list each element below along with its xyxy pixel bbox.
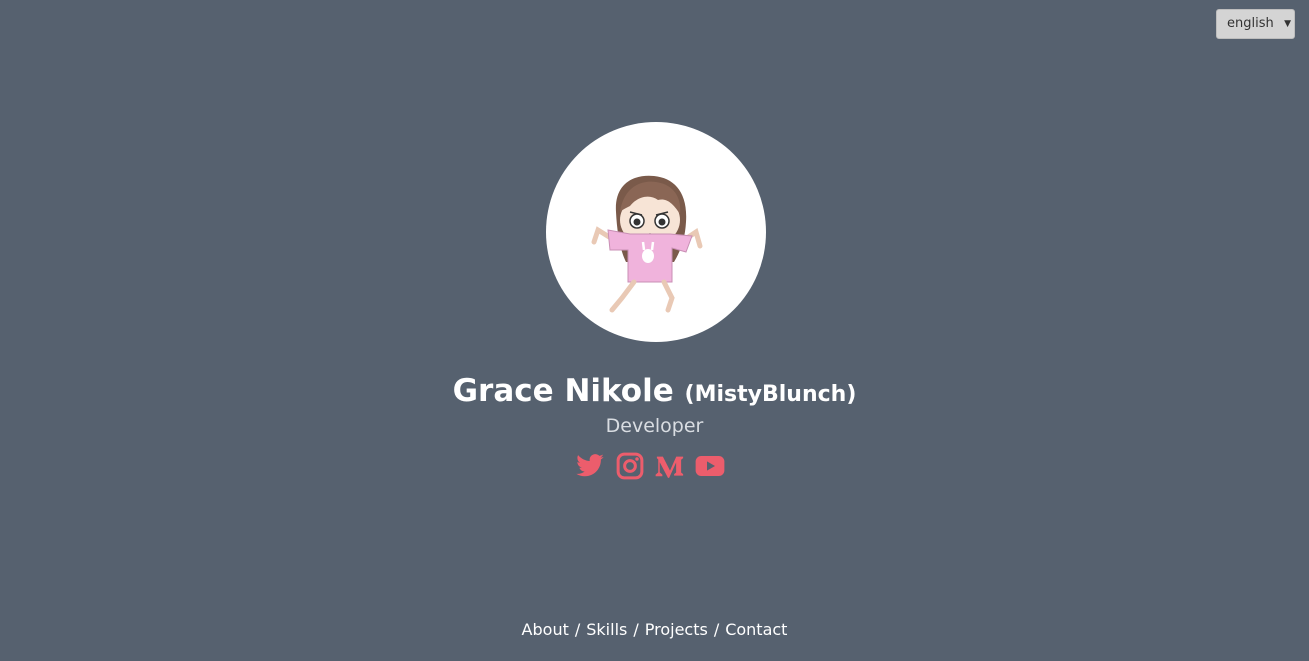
nav-projects[interactable]: Projects (645, 620, 708, 639)
nav-contact[interactable]: Contact (725, 620, 787, 639)
youtube-icon (695, 456, 725, 476)
avatar (546, 122, 766, 342)
profile-name: Grace Nikole (MistyBlunch) (0, 370, 1309, 416)
instagram-icon (616, 452, 644, 480)
instagram-link[interactable] (615, 451, 645, 481)
social-links (570, 450, 730, 482)
language-select-value: english (1227, 16, 1274, 31)
avatar-illustration (591, 175, 703, 313)
youtube-link[interactable] (695, 451, 725, 481)
chevron-down-icon: ▼ (1284, 19, 1291, 29)
medium-icon (655, 456, 684, 478)
profile-name-text: Grace Nikole (452, 373, 674, 409)
nav-about[interactable]: About (522, 620, 569, 639)
nav-separator: / (633, 620, 639, 639)
nav-separator: / (574, 620, 581, 639)
nav-separator: / (713, 620, 720, 639)
profile-role: Developer (605, 415, 704, 437)
twitter-icon (576, 454, 604, 477)
medium-link[interactable] (655, 451, 685, 481)
language-select[interactable]: english ▼ (1216, 9, 1295, 39)
profile-alias: (MistyBlunch) (684, 382, 857, 407)
twitter-link[interactable] (575, 451, 605, 481)
nav-skills[interactable]: Skills (586, 620, 627, 639)
footer-nav: About / Skills / Projects / Contact (0, 618, 1309, 642)
